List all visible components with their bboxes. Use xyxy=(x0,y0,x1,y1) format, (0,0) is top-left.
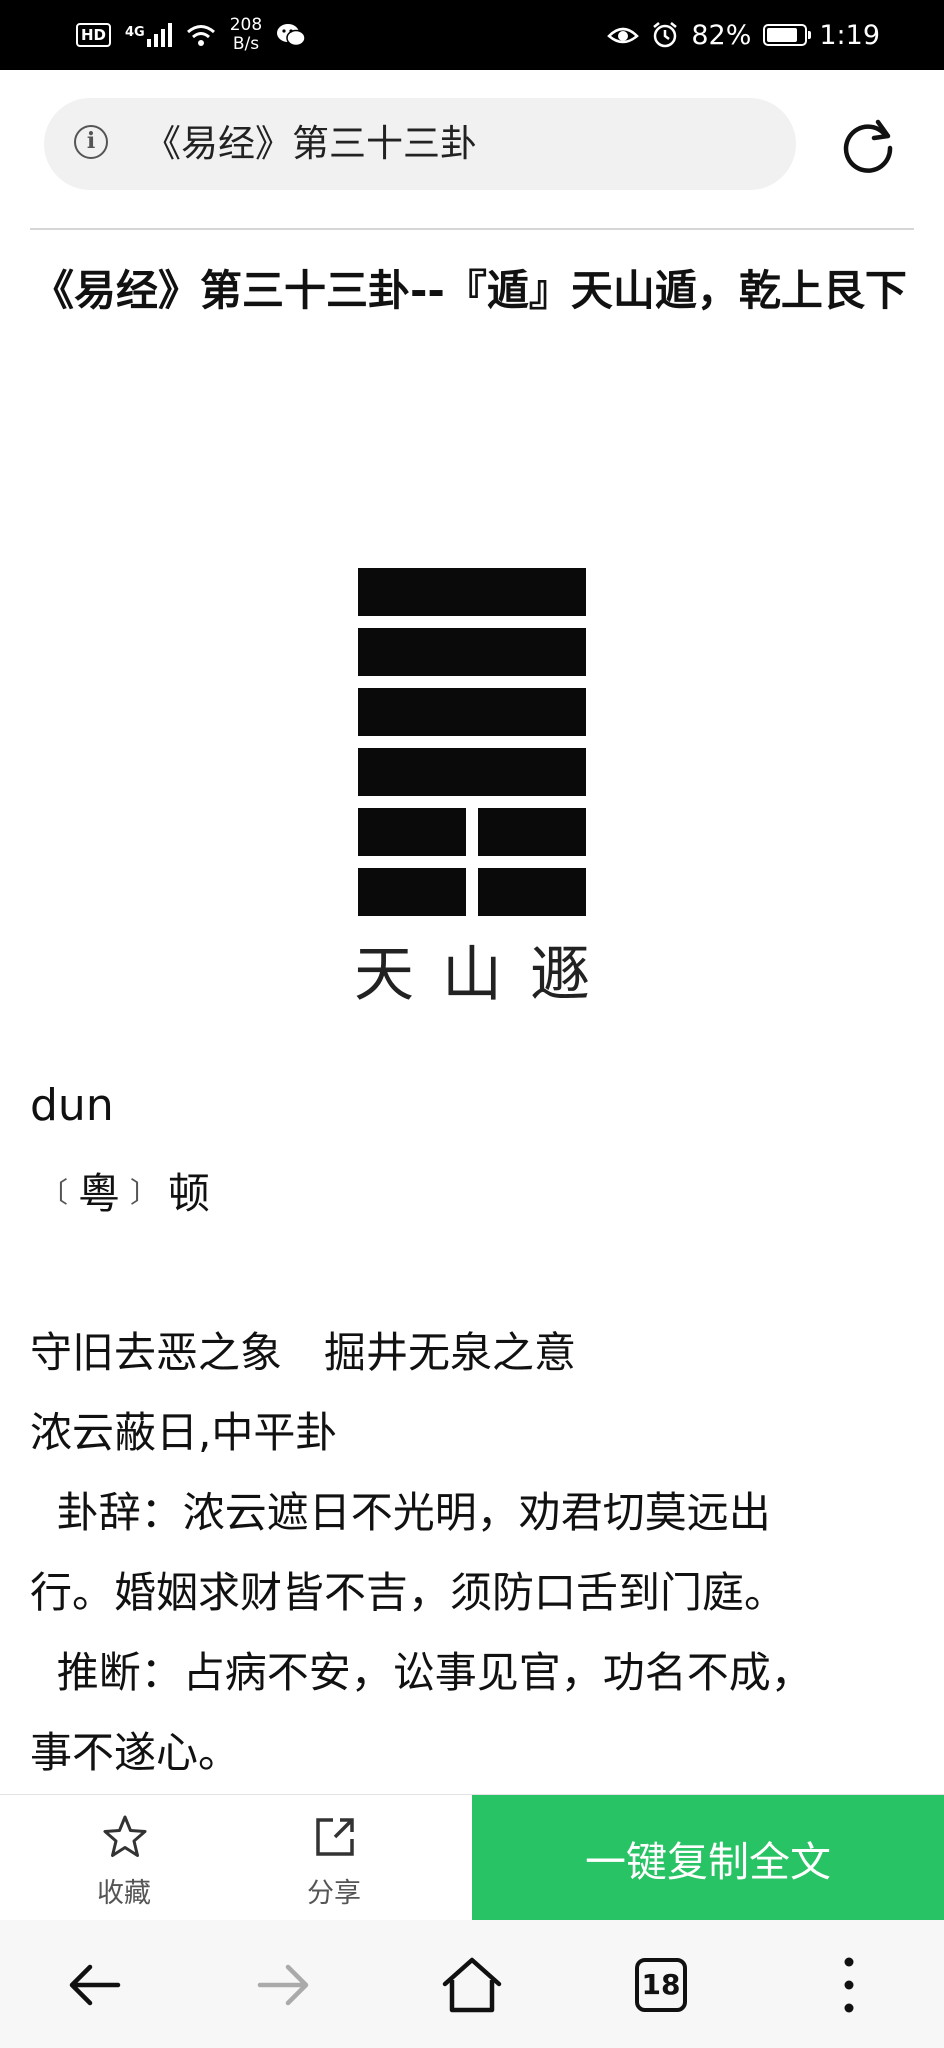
eye-comfort-icon xyxy=(607,27,640,44)
paragraph: 卦辞：浓云遮日不光明，劝君切莫远出 xyxy=(30,1488,771,1537)
back-arrow-icon[interactable] xyxy=(60,1950,130,2020)
share-label: 分享 xyxy=(307,1878,361,1909)
hexagram-name: 天山遯 xyxy=(354,926,590,1013)
url-text[interactable]: 《易经》第三十三卦 xyxy=(144,98,477,190)
hexagram-line-yin xyxy=(358,808,466,856)
battery-icon xyxy=(763,24,812,46)
status-left: HD 4G 208 B/s xyxy=(76,0,306,70)
battery-percent: 82% xyxy=(691,19,752,51)
share-button[interactable]: 分享 xyxy=(254,1795,414,1921)
status-bar: HD 4G 208 B/s 82% 1:19 xyxy=(0,0,944,70)
article-title: 《易经》第三十三卦--『遁』天山遁，乾上艮下 xyxy=(32,266,907,315)
bracket-left: 〔 xyxy=(40,1175,69,1209)
hexagram-line-yang xyxy=(358,748,586,796)
tabs-button[interactable]: 18 xyxy=(626,1950,696,2020)
cantonese-reading: 〔 粵 〕 顿 xyxy=(30,1160,210,1221)
hexagram-line-yang xyxy=(358,568,586,616)
star-icon xyxy=(103,1815,147,1857)
wechat-icon xyxy=(277,24,306,47)
divider xyxy=(30,228,914,230)
hexagram-line-yang xyxy=(358,688,586,736)
paragraph: 推断：占病不安，讼事见官，功名不成， xyxy=(30,1648,813,1697)
tab-count: 18 xyxy=(641,1968,681,2001)
copy-all-button[interactable]: 一键复制全文 xyxy=(472,1795,944,1920)
signal-indicator: 4G xyxy=(125,23,172,47)
yue-reading: 顿 xyxy=(168,1169,211,1218)
address-bar[interactable]: i 《易经》第三十三卦 xyxy=(44,98,796,190)
status-right: 82% 1:19 xyxy=(607,0,880,70)
clock: 1:19 xyxy=(819,19,880,51)
reload-icon[interactable] xyxy=(838,114,898,174)
signal-bars-icon xyxy=(146,23,172,47)
speed-unit: B/s xyxy=(232,34,260,54)
hexagram-line-yang xyxy=(358,628,586,676)
home-icon[interactable] xyxy=(437,1950,507,2020)
alarm-icon xyxy=(653,22,678,48)
hd-badge: HD xyxy=(76,23,112,47)
share-icon xyxy=(316,1818,354,1856)
paragraph: 事不遂心。 xyxy=(30,1728,241,1777)
article-body: 守旧去恶之象 掘井无泉之意 浓云蔽日,中平卦 卦辞：浓云遮日不光明，劝君切莫远出… xyxy=(30,1313,890,1793)
hexagram-name-char: 遯 xyxy=(530,940,590,1010)
network-type: 4G xyxy=(125,25,145,40)
favorite-label: 收藏 xyxy=(97,1878,151,1909)
speed-value: 208 xyxy=(229,15,263,35)
paragraph: 浓云蔽日,中平卦 xyxy=(30,1408,338,1457)
bracket-right: 〕 xyxy=(130,1175,159,1209)
info-icon[interactable]: i xyxy=(74,125,108,159)
copy-all-label: 一键复制全文 xyxy=(585,1837,831,1886)
hexagram-name-char: 天 xyxy=(354,940,414,1010)
network-speed: 208 B/s xyxy=(230,16,262,54)
wifi-icon xyxy=(186,25,215,46)
favorite-button[interactable]: 收藏 xyxy=(44,1795,204,1921)
hexagram-name-char: 山 xyxy=(442,940,502,1010)
forward-arrow-icon[interactable] xyxy=(248,1950,318,2020)
more-icon[interactable] xyxy=(814,1950,884,2020)
hexagram-line-yin xyxy=(478,868,586,916)
paragraph: 守旧去恶之象 掘井无泉之意 xyxy=(30,1328,577,1377)
browser-nav-bar: 18 xyxy=(0,1920,944,2048)
yue-label: 粵 xyxy=(78,1169,121,1218)
pinyin: dun xyxy=(30,1080,114,1131)
hexagram-line-yin xyxy=(478,808,586,856)
paragraph: 行。婚姻求财皆不吉，须防口舌到门庭。 xyxy=(30,1568,787,1617)
hexagram-line-yin xyxy=(358,868,466,916)
hexagram-image xyxy=(358,568,586,916)
